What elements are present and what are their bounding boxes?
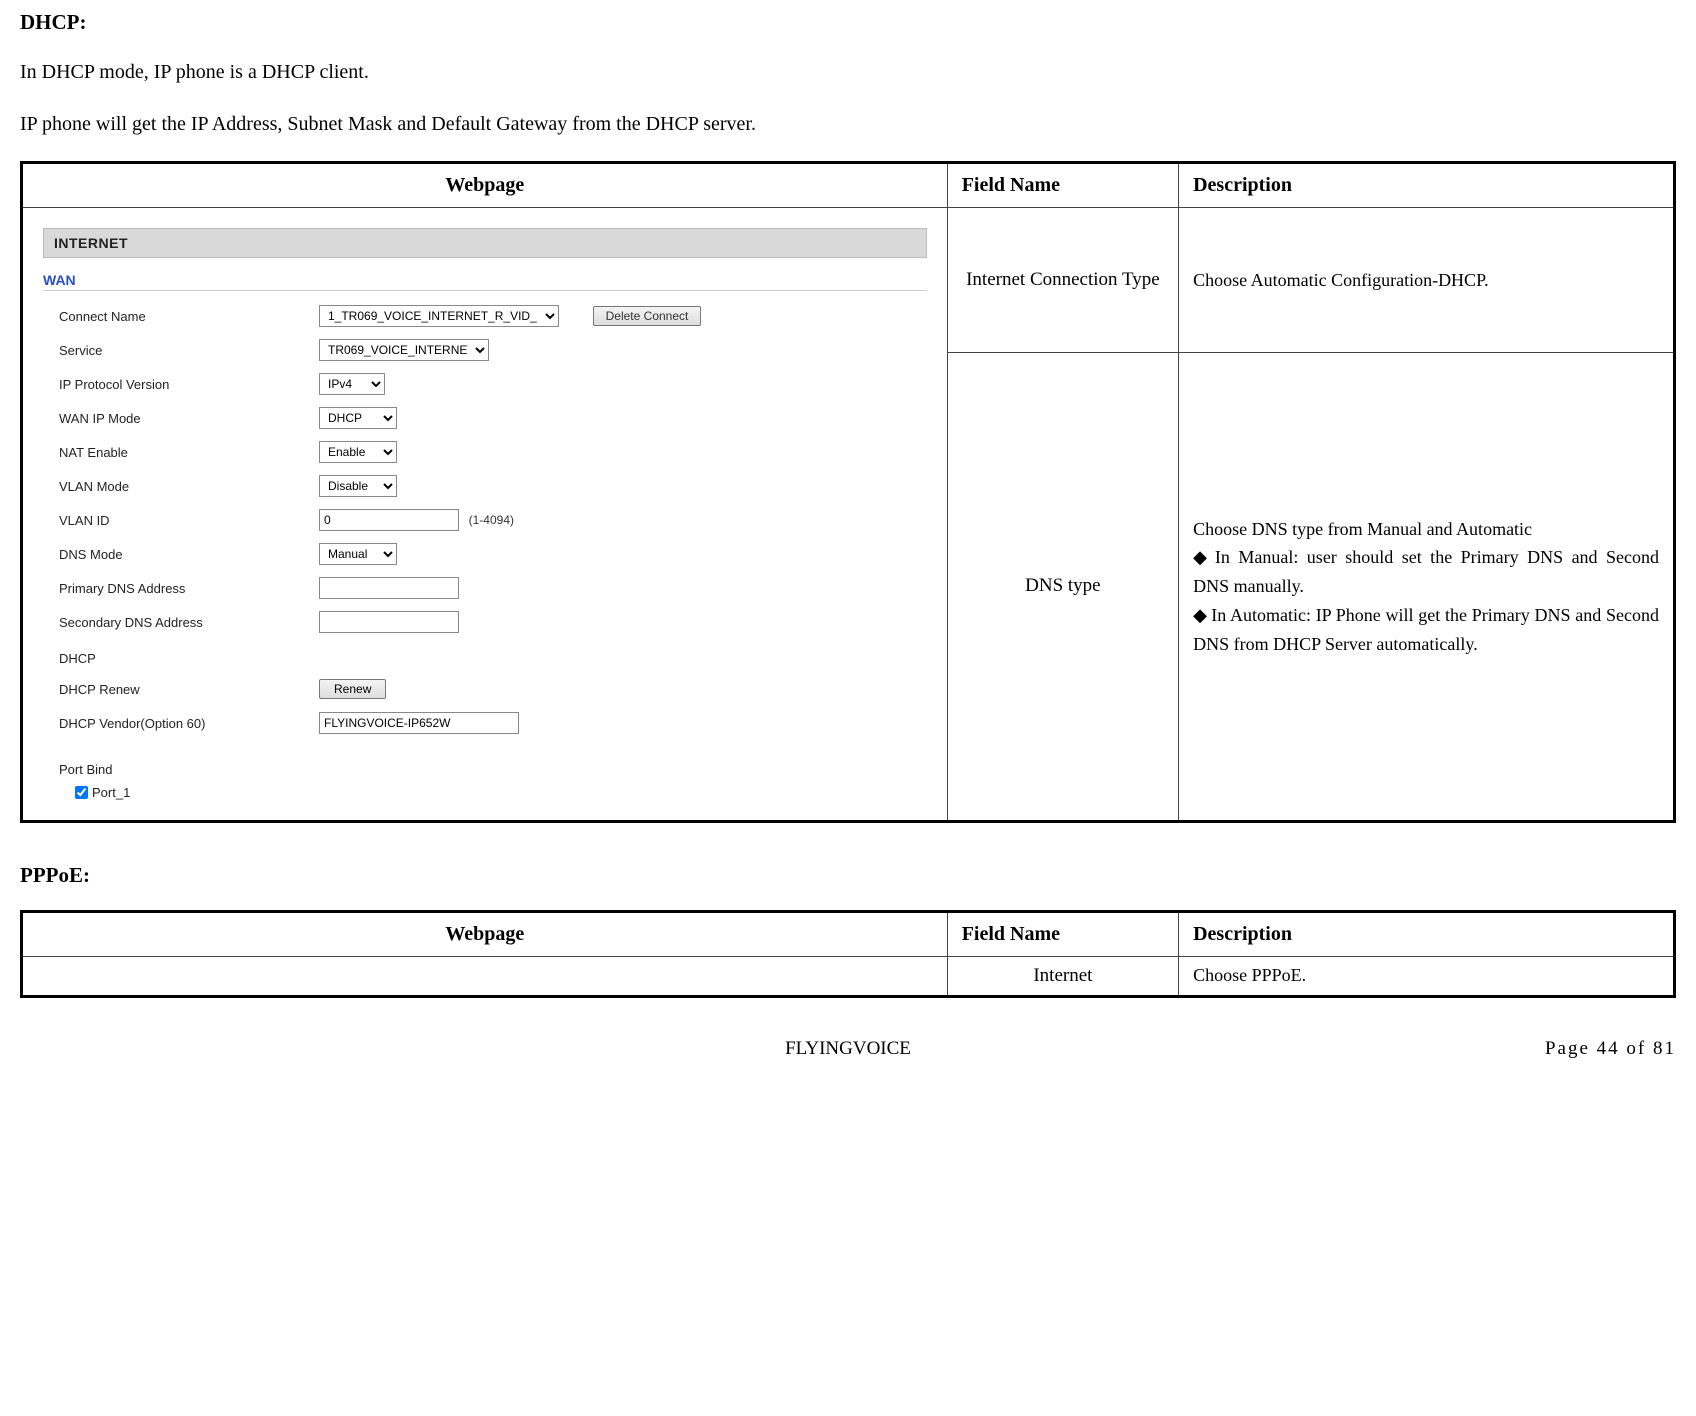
dhcp-subhead: DHCP	[59, 651, 927, 666]
ip-proto-label: IP Protocol Version	[59, 377, 319, 392]
dns-desc-line1: Choose DNS type from Manual and Automati…	[1193, 515, 1659, 544]
th-field: Field Name	[947, 163, 1178, 208]
dns-desc-line2: In Manual: user should set the Primary D…	[1193, 543, 1659, 601]
pppoe-th-field: Field Name	[947, 912, 1178, 957]
vlan-id-hint: (1-4094)	[469, 513, 514, 527]
desc-dns-type: Choose DNS type from Manual and Automati…	[1179, 353, 1675, 822]
primary-dns-input[interactable]	[319, 577, 459, 599]
footer-page: Page 44 of 81	[1476, 1038, 1676, 1060]
service-label: Service	[59, 343, 319, 358]
internet-panel-title: INTERNET	[43, 228, 927, 258]
desc-internet-conn-type: Choose Automatic Configuration-DHCP.	[1179, 208, 1675, 353]
vlan-mode-label: VLAN Mode	[59, 479, 319, 494]
service-select[interactable]: TR069_VOICE_INTERNET	[319, 339, 489, 361]
dhcp-heading: DHCP:	[20, 10, 1676, 35]
wan-section-title: WAN	[43, 272, 927, 291]
port1-checkbox[interactable]	[75, 786, 88, 799]
pppoe-field-internet: Internet	[947, 957, 1178, 997]
nat-enable-label: NAT Enable	[59, 445, 319, 460]
embedded-webpage: INTERNET WAN Connect Name 1_TR069_VOICE_…	[37, 218, 933, 810]
dhcp-renew-label: DHCP Renew	[59, 682, 319, 697]
vlan-id-input[interactable]	[319, 509, 459, 531]
wan-ip-mode-label: WAN IP Mode	[59, 411, 319, 426]
pppoe-table: Webpage Field Name Description Internet …	[20, 910, 1676, 998]
dns-mode-label: DNS Mode	[59, 547, 319, 562]
primary-dns-label: Primary DNS Address	[59, 581, 319, 596]
dhcp-table: Webpage Field Name Description INTERNET …	[20, 161, 1676, 823]
th-webpage: Webpage	[22, 163, 948, 208]
field-internet-conn-type: Internet Connection Type	[947, 208, 1178, 353]
secondary-dns-label: Secondary DNS Address	[59, 615, 319, 630]
nat-enable-select[interactable]: Enable	[319, 441, 397, 463]
delete-connect-button[interactable]: Delete Connect	[593, 306, 702, 326]
field-dns-type: DNS type	[947, 353, 1178, 822]
port1-label: Port_1	[92, 785, 130, 800]
dhcp-vendor-label: DHCP Vendor(Option 60)	[59, 716, 319, 731]
vlan-id-label: VLAN ID	[59, 513, 319, 528]
webpage-cell: INTERNET WAN Connect Name 1_TR069_VOICE_…	[22, 208, 948, 822]
connect-name-label: Connect Name	[59, 309, 319, 324]
vlan-mode-select[interactable]: Disable	[319, 475, 397, 497]
pppoe-heading: PPPoE:	[20, 863, 1676, 888]
dns-desc-line3: In Automatic: IP Phone will get the Prim…	[1193, 601, 1659, 659]
page-footer: FLYINGVOICE Page 44 of 81	[20, 1038, 1676, 1060]
pppoe-desc-internet: Choose PPPoE.	[1179, 957, 1675, 997]
dhcp-para-2: IP phone will get the IP Address, Subnet…	[20, 109, 1676, 139]
pppoe-th-webpage: Webpage	[22, 912, 948, 957]
renew-button[interactable]: Renew	[319, 679, 386, 699]
connect-name-select[interactable]: 1_TR069_VOICE_INTERNET_R_VID_	[319, 305, 559, 327]
port-bind-subhead: Port Bind	[59, 762, 927, 777]
dns-mode-select[interactable]: Manual	[319, 543, 397, 565]
pppoe-th-desc: Description	[1179, 912, 1675, 957]
dhcp-para-1: In DHCP mode, IP phone is a DHCP client.	[20, 57, 1676, 87]
dhcp-vendor-input[interactable]	[319, 712, 519, 734]
footer-brand: FLYINGVOICE	[220, 1038, 1476, 1060]
th-desc: Description	[1179, 163, 1675, 208]
ip-proto-select[interactable]: IPv4	[319, 373, 385, 395]
secondary-dns-input[interactable]	[319, 611, 459, 633]
wan-ip-mode-select[interactable]: DHCP	[319, 407, 397, 429]
pppoe-webpage-cell	[22, 957, 948, 997]
